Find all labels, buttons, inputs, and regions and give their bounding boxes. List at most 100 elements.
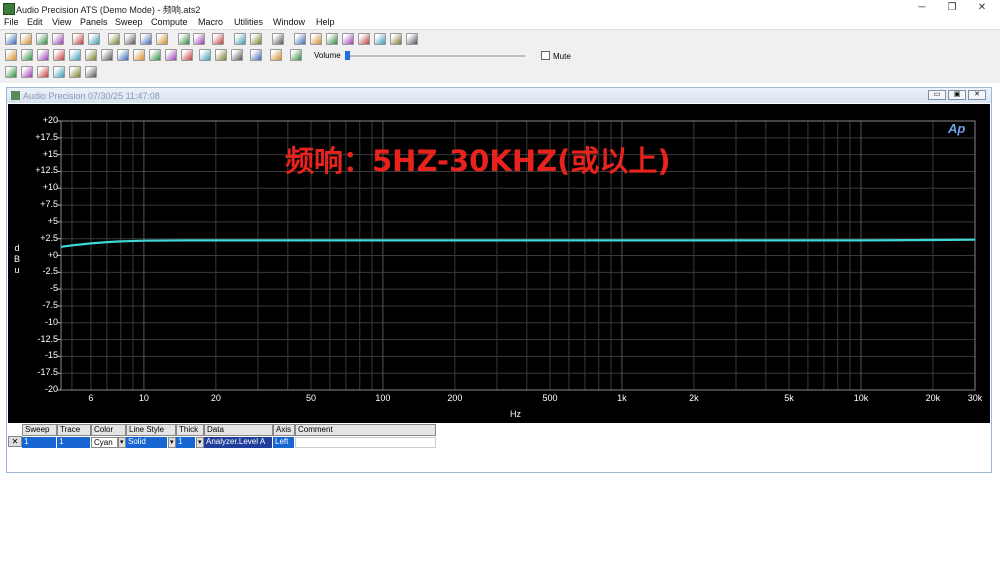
toolbar-button-icon[interactable] bbox=[272, 33, 284, 45]
menu-macro[interactable]: Macro bbox=[198, 17, 223, 27]
toolbar-button-icon[interactable] bbox=[193, 33, 205, 45]
toolbar-button-icon[interactable] bbox=[234, 33, 246, 45]
x-tick-label: 2k bbox=[689, 393, 699, 403]
legend-cell-axis[interactable]: Left bbox=[273, 437, 295, 448]
graph-maximize-button[interactable]: ▣ bbox=[948, 90, 966, 100]
frequency-range-annotation: 频响：5HZ-30KHZ(或以上) bbox=[285, 144, 671, 178]
toolbar-button-icon[interactable] bbox=[374, 33, 386, 45]
toolbar-button-icon[interactable] bbox=[20, 33, 32, 45]
x-tick-label: 500 bbox=[542, 393, 558, 403]
close-button[interactable]: ✕ bbox=[968, 0, 996, 16]
legend-cell-line-style[interactable]: Solid bbox=[126, 437, 168, 448]
toolbar-button-icon[interactable] bbox=[5, 33, 17, 45]
toolbar-button-icon[interactable] bbox=[117, 49, 129, 61]
legend-cell-trace[interactable]: 1 bbox=[57, 437, 91, 448]
graph-minimize-button[interactable]: ▭ bbox=[928, 90, 946, 100]
toolbar-button-icon[interactable] bbox=[310, 33, 322, 45]
toolbar-button-icon[interactable] bbox=[101, 49, 113, 61]
toolbar-button-icon[interactable] bbox=[72, 33, 84, 45]
toolbar-button-icon[interactable] bbox=[149, 49, 161, 61]
toolbar-button-icon[interactable] bbox=[37, 66, 49, 78]
toolbar-button-icon[interactable] bbox=[140, 33, 152, 45]
toolbar-button-icon[interactable] bbox=[69, 66, 81, 78]
x-axis-label: Hz bbox=[510, 409, 521, 419]
toolbar-button-icon[interactable] bbox=[342, 33, 354, 45]
menu-compute[interactable]: Compute bbox=[151, 17, 188, 27]
y-tick-label: -15 bbox=[44, 350, 58, 361]
trace-enable-checkbox[interactable]: ✕ bbox=[8, 436, 22, 447]
legend-cell-comment[interactable] bbox=[295, 437, 436, 448]
y-tick-label: +2.5 bbox=[40, 232, 58, 243]
minimize-button[interactable]: ─ bbox=[908, 0, 936, 16]
y-tick-label: +10 bbox=[42, 182, 58, 193]
toolbar-button-icon[interactable] bbox=[124, 33, 136, 45]
menu-edit[interactable]: Edit bbox=[27, 17, 43, 27]
graph-title-bar: Audio Precision 07/30/25 11:47:08 ▭ ▣ ✕ bbox=[7, 88, 991, 103]
y-tick-label: -2.5 bbox=[42, 266, 58, 277]
x-tick-label: 10 bbox=[138, 393, 149, 403]
y-axis-label-letter: d bbox=[14, 243, 20, 253]
toolbar-button-icon[interactable] bbox=[69, 49, 81, 61]
graph-window-icon bbox=[11, 91, 20, 100]
graph-close-button[interactable]: ✕ bbox=[968, 90, 986, 100]
legend-cell-sweep[interactable]: 1 bbox=[22, 437, 57, 448]
toolbar-button-icon[interactable] bbox=[21, 66, 33, 78]
menu-file[interactable]: File bbox=[4, 17, 19, 27]
toolbar-button-icon[interactable] bbox=[178, 33, 190, 45]
menu-view[interactable]: View bbox=[52, 17, 71, 27]
toolbar-button-icon[interactable] bbox=[36, 33, 48, 45]
toolbar-button-icon[interactable] bbox=[250, 33, 262, 45]
x-tick-label: 10k bbox=[853, 393, 869, 403]
toolbar-button-icon[interactable] bbox=[21, 49, 33, 61]
y-tick-label: +0 bbox=[47, 249, 58, 260]
legend-header-comment: Comment bbox=[295, 424, 436, 436]
toolbar-button-icon[interactable] bbox=[326, 33, 338, 45]
thick-dropdown-arrow-icon[interactable]: ▾ bbox=[196, 437, 204, 448]
toolbar-button-icon[interactable] bbox=[290, 49, 302, 61]
mute-checkbox[interactable] bbox=[541, 51, 550, 60]
toolbar-button-icon[interactable] bbox=[133, 49, 145, 61]
toolbar-button-icon[interactable] bbox=[294, 33, 306, 45]
toolbar-button-icon[interactable] bbox=[85, 49, 97, 61]
menu-utilities[interactable]: Utilities bbox=[234, 17, 263, 27]
toolbar-button-icon[interactable] bbox=[270, 49, 282, 61]
toolbar-button-icon[interactable] bbox=[199, 49, 211, 61]
y-axis-label-letter: u bbox=[14, 265, 20, 275]
menu-window[interactable]: Window bbox=[273, 17, 305, 27]
y-axis-label-letter: B bbox=[13, 254, 20, 264]
volume-slider-track[interactable] bbox=[345, 55, 525, 57]
toolbar-button-icon[interactable] bbox=[406, 33, 418, 45]
y-tick-label: -7.5 bbox=[42, 299, 58, 310]
toolbar-button-icon[interactable] bbox=[5, 49, 17, 61]
x-tick-label: 1k bbox=[617, 393, 627, 403]
line-style-dropdown-arrow-icon[interactable]: ▾ bbox=[168, 437, 176, 448]
menu-sweep[interactable]: Sweep bbox=[115, 17, 143, 27]
toolbar-button-icon[interactable] bbox=[231, 49, 243, 61]
toolbar-button-icon[interactable] bbox=[5, 66, 17, 78]
volume-label: Volume bbox=[314, 51, 341, 60]
toolbar-button-icon[interactable] bbox=[88, 33, 100, 45]
color-dropdown-arrow-icon[interactable]: ▾ bbox=[118, 437, 126, 448]
toolbar-button-icon[interactable] bbox=[108, 33, 120, 45]
toolbar-button-icon[interactable] bbox=[53, 66, 65, 78]
toolbar-button-icon[interactable] bbox=[165, 49, 177, 61]
restore-button[interactable]: ❐ bbox=[938, 0, 966, 16]
legend-header-line-style: Line Style bbox=[126, 424, 176, 436]
toolbar-button-icon[interactable] bbox=[358, 33, 370, 45]
toolbar-button-icon[interactable] bbox=[156, 33, 168, 45]
legend-cell-data[interactable]: Analyzer.Level A bbox=[204, 437, 273, 448]
toolbar-button-icon[interactable] bbox=[85, 66, 97, 78]
toolbar-button-icon[interactable] bbox=[215, 49, 227, 61]
toolbar-button-icon[interactable] bbox=[181, 49, 193, 61]
menu-panels[interactable]: Panels bbox=[80, 17, 108, 27]
legend-cell-color[interactable]: Cyan bbox=[91, 437, 118, 448]
legend-cell-thick[interactable]: 1 bbox=[176, 437, 196, 448]
toolbar-button-icon[interactable] bbox=[212, 33, 224, 45]
toolbar-button-icon[interactable] bbox=[390, 33, 402, 45]
menu-help[interactable]: Help bbox=[316, 17, 335, 27]
toolbar-button-icon[interactable] bbox=[52, 33, 64, 45]
toolbar-button-icon[interactable] bbox=[37, 49, 49, 61]
toolbar-button-icon[interactable] bbox=[250, 49, 262, 61]
toolbar-button-icon[interactable] bbox=[53, 49, 65, 61]
volume-slider-thumb[interactable] bbox=[345, 51, 350, 60]
